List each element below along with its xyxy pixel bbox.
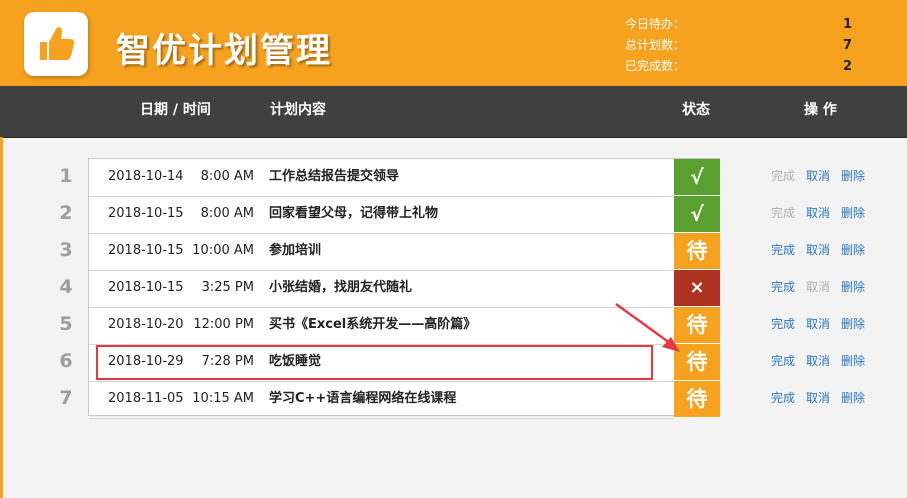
col-operations: 操 作	[804, 102, 837, 118]
row-number: 2	[59, 202, 73, 224]
delete-button[interactable]: 删除	[841, 195, 865, 231]
table-row: 2018-10-14 8:00 AM 工作总结报告提交领导	[89, 159, 674, 197]
complete-button[interactable]: 完成	[771, 232, 795, 268]
table-row: 2018-10-15 8:00 AM 回家看望父母，记得带上礼物	[89, 196, 674, 234]
row-time: 3:25 PM	[201, 280, 254, 295]
row-content: 学习C++语言编程网络在线课程	[269, 391, 457, 406]
complete-button[interactable]: 完成	[771, 195, 795, 231]
row-time: 8:00 AM	[200, 169, 254, 184]
row-operations: 完成 取消 删除	[771, 343, 876, 379]
row-operations: 完成 取消 删除	[771, 158, 876, 194]
row-number: 1	[59, 165, 73, 187]
row-time: 12:00 PM	[193, 317, 254, 332]
delete-button[interactable]: 删除	[841, 306, 865, 342]
cancel-button[interactable]: 取消	[806, 158, 830, 194]
status-text: 待	[686, 239, 708, 263]
status-text: √	[690, 165, 704, 189]
status-text: 待	[686, 387, 708, 411]
delete-button[interactable]: 删除	[841, 380, 865, 416]
table-row: 2018-10-15 3:25 PM 小张结婚，找朋友代随礼	[89, 270, 674, 308]
col-content: 计划内容	[270, 102, 326, 118]
cancel-button[interactable]: 取消	[806, 269, 830, 305]
row-date: 2018-10-15	[108, 280, 184, 295]
row-operations: 完成 取消 删除	[771, 380, 876, 416]
row-time: 10:15 AM	[192, 391, 254, 406]
status-badge-done: √	[674, 159, 720, 196]
complete-button[interactable]: 完成	[771, 269, 795, 305]
row-number: 5	[59, 313, 73, 335]
complete-button[interactable]: 完成	[771, 306, 795, 342]
stat-value: 1	[843, 17, 853, 32]
delete-button[interactable]: 删除	[841, 269, 865, 305]
table-row: 2018-10-20 12:00 PM 买书《Excel系统开发——高阶篇》	[89, 307, 674, 345]
row-date: 2018-10-15	[108, 243, 184, 258]
delete-button[interactable]: 删除	[841, 158, 865, 194]
row-date: 2018-10-15	[108, 206, 184, 221]
complete-button[interactable]: 完成	[771, 380, 795, 416]
cancel-button[interactable]: 取消	[806, 232, 830, 268]
col-status: 状态	[682, 102, 710, 118]
row-time: 10:00 AM	[192, 243, 254, 258]
table-row: 2018-10-29 7:28 PM 吃饭睡觉	[89, 344, 674, 382]
row-content: 工作总结报告提交领导	[269, 169, 400, 184]
row-operations: 完成 取消 删除	[771, 195, 876, 231]
app-header: 智优计划管理 今日待办： 1 总计划数： 7 已完成数： 2	[0, 0, 907, 86]
thumbs-up-icon	[40, 27, 75, 60]
col-datetime: 日期 / 时间	[140, 102, 211, 118]
row-number: 7	[59, 387, 73, 409]
status-badge-wait: 待	[674, 307, 720, 344]
app-title: 智优计划管理	[116, 31, 332, 71]
stat-label: 总计划数：	[624, 38, 685, 52]
row-date: 2018-10-20	[108, 317, 184, 332]
row-content: 小张结婚，找朋友代随礼	[269, 280, 413, 295]
row-date: 2018-10-29	[108, 354, 184, 369]
stat-label: 已完成数：	[624, 59, 685, 73]
row-operations: 完成 取消 删除	[771, 306, 876, 342]
stat-value: 7	[843, 38, 853, 53]
status-text: 待	[686, 350, 708, 374]
row-date: 2018-10-14	[108, 169, 184, 184]
row-number: 6	[59, 350, 73, 372]
cancel-button[interactable]: 取消	[806, 380, 830, 416]
table-row: 2018-11-05 10:15 AM 学习C++语言编程网络在线课程	[89, 381, 674, 419]
plan-table: 2018-10-14 8:00 AM 工作总结报告提交领导 √ 2018-10-15 8:…	[88, 158, 720, 419]
row-time: 7:28 PM	[201, 354, 254, 369]
delete-button[interactable]: 删除	[841, 232, 865, 268]
column-header-bar: 日期 / 时间 计划内容 状态 操 作	[0, 86, 907, 138]
complete-button[interactable]: 完成	[771, 158, 795, 194]
row-content: 参加培训	[269, 243, 322, 258]
row-operations: 完成 取消 删除	[771, 232, 876, 268]
left-accent-stripe	[0, 137, 3, 498]
complete-button[interactable]: 完成	[771, 343, 795, 379]
row-time: 8:00 AM	[200, 206, 254, 221]
status-badge-wait: 待	[674, 344, 720, 381]
status-text: 待	[686, 313, 708, 337]
row-content: 回家看望父母，记得带上礼物	[269, 206, 439, 221]
row-date: 2018-11-05	[108, 391, 184, 406]
row-content: 买书《Excel系统开发——高阶篇》	[269, 317, 477, 332]
cancel-button[interactable]: 取消	[806, 306, 830, 342]
status-badge-done: √	[674, 196, 720, 233]
row-content: 吃饭睡觉	[269, 354, 322, 369]
status-badge-wait: 待	[674, 233, 720, 270]
status-text: √	[690, 202, 704, 226]
cancel-button[interactable]: 取消	[806, 343, 830, 379]
table-row: 2018-10-15 10:00 AM 参加培训	[89, 233, 674, 271]
status-badge-cancel: ×	[674, 270, 720, 307]
delete-button[interactable]: 删除	[841, 343, 865, 379]
app-logo	[24, 12, 88, 76]
row-number: 3	[59, 239, 73, 261]
row-operations: 完成 取消 删除	[771, 269, 876, 305]
status-text: ×	[689, 277, 705, 298]
stat-value: 2	[843, 59, 853, 74]
row-number: 4	[59, 276, 73, 298]
status-badge-wait: 待	[674, 381, 720, 418]
stat-label: 今日待办：	[624, 17, 685, 31]
cancel-button[interactable]: 取消	[806, 195, 830, 231]
